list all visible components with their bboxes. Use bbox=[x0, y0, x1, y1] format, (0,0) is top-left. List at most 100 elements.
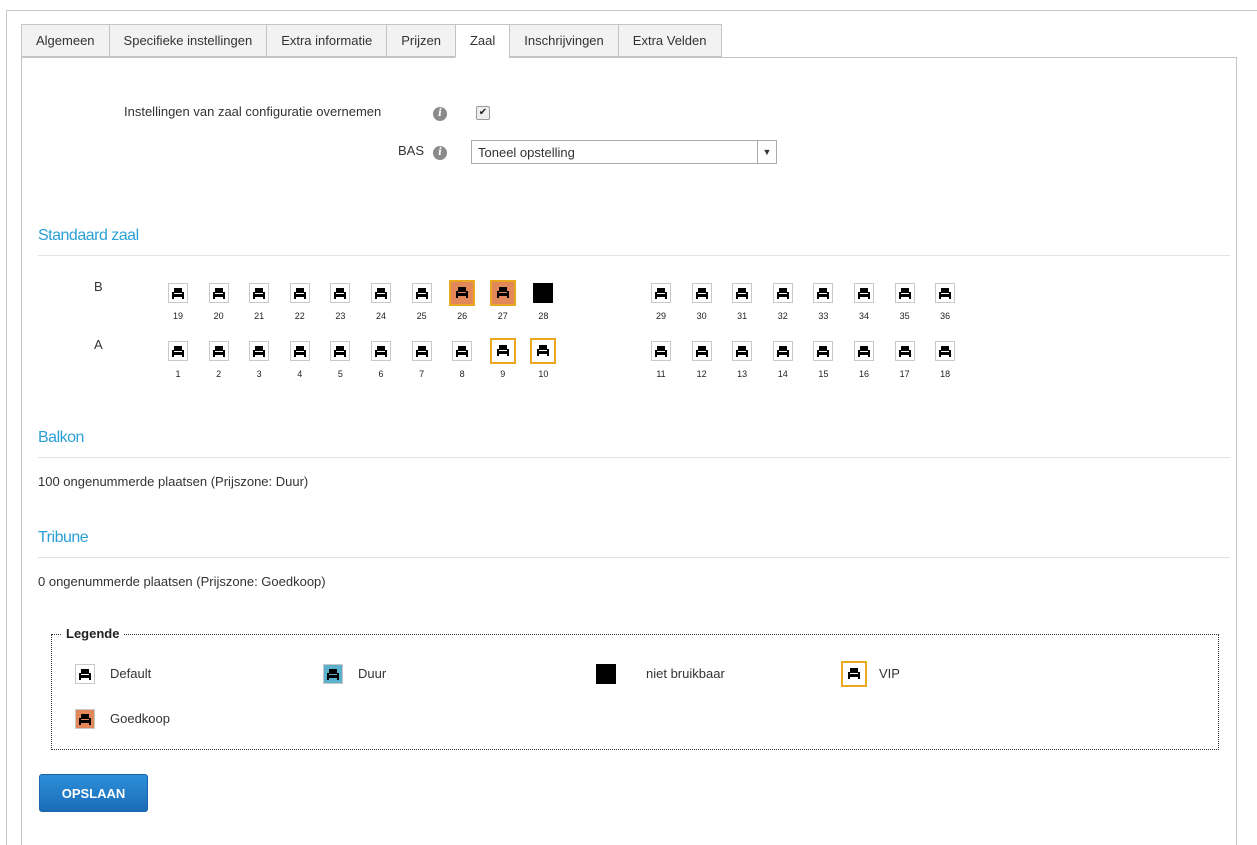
seat-b-32[interactable] bbox=[772, 283, 793, 303]
seat-a-5[interactable] bbox=[330, 341, 351, 361]
seat-a-9[interactable] bbox=[489, 338, 516, 364]
seat-number: 36 bbox=[940, 311, 951, 321]
seat-a-2[interactable] bbox=[208, 341, 229, 361]
tab-algemeen[interactable]: Algemeen bbox=[21, 24, 109, 57]
tab-specifieke-instellingen[interactable]: Specifieke instellingen bbox=[108, 24, 267, 57]
tab-zaal[interactable]: Zaal bbox=[454, 24, 510, 58]
seat-number: 6 bbox=[378, 369, 384, 379]
seat-icon bbox=[848, 668, 860, 679]
tab-prijzen[interactable]: Prijzen bbox=[386, 24, 455, 57]
seat-b-25[interactable] bbox=[411, 283, 432, 303]
seat-b-30[interactable] bbox=[691, 283, 712, 303]
tab-inschrijvingen[interactable]: Inschrijvingen bbox=[509, 24, 618, 57]
seat-icon bbox=[79, 669, 91, 680]
seat-b-20[interactable] bbox=[208, 283, 229, 303]
bas-select-value: Toneel opstelling bbox=[478, 145, 575, 160]
seat-a-11[interactable] bbox=[651, 341, 671, 361]
seat-icon bbox=[253, 288, 266, 299]
seat-number: 28 bbox=[538, 311, 549, 321]
seat-number: 27 bbox=[497, 311, 508, 321]
seat-number: 14 bbox=[777, 369, 788, 379]
divider bbox=[38, 255, 1230, 256]
seat-number: 4 bbox=[297, 369, 303, 379]
seat-a-3[interactable] bbox=[249, 341, 270, 361]
seat-a-16[interactable] bbox=[854, 341, 874, 361]
legend-label-duur: Duur bbox=[358, 666, 387, 681]
seat-icon bbox=[736, 288, 749, 299]
seat-number: 21 bbox=[254, 311, 265, 321]
seat-b-28[interactable] bbox=[533, 283, 554, 303]
seat-icon bbox=[172, 346, 184, 357]
tab-extra-informatie[interactable]: Extra informatie bbox=[266, 24, 387, 57]
seat-a-7[interactable] bbox=[411, 341, 432, 361]
save-button[interactable]: OPSLAAN bbox=[39, 774, 148, 812]
seat-icon bbox=[293, 288, 306, 299]
seat-b-33[interactable] bbox=[813, 283, 834, 303]
seat-b-36[interactable] bbox=[935, 283, 956, 303]
divider bbox=[38, 557, 1230, 558]
seat-icon bbox=[655, 346, 667, 357]
seat-number: 35 bbox=[899, 311, 910, 321]
tab-bar: Algemeen Specifieke instellingen Extra i… bbox=[21, 24, 722, 58]
seat-a-14[interactable] bbox=[772, 341, 793, 361]
seat-icon bbox=[456, 287, 469, 298]
seat-a-15[interactable] bbox=[813, 341, 834, 361]
seat-b-29[interactable] bbox=[651, 283, 671, 303]
chevron-down-icon[interactable]: ▼ bbox=[757, 141, 776, 163]
seat-number: 30 bbox=[696, 311, 707, 321]
seat-icon bbox=[939, 288, 952, 299]
seat-icon bbox=[253, 346, 266, 357]
seat-b-27[interactable] bbox=[489, 280, 516, 306]
seat-icon bbox=[695, 288, 708, 299]
seat-b-35[interactable] bbox=[894, 283, 915, 303]
seat-icon bbox=[172, 288, 184, 299]
legend-label-niet-bruikbaar: niet bruikbaar bbox=[646, 666, 725, 681]
seat-b-21[interactable] bbox=[249, 283, 270, 303]
info-icon[interactable]: i bbox=[433, 107, 447, 121]
seat-b-19[interactable] bbox=[168, 283, 188, 303]
section-title-balkon: Balkon bbox=[38, 429, 84, 446]
seat-number: 34 bbox=[858, 311, 869, 321]
seat-a-18[interactable] bbox=[935, 341, 956, 361]
seat-a-17[interactable] bbox=[894, 341, 915, 361]
seat-a-10[interactable] bbox=[530, 338, 557, 364]
info-icon[interactable]: i bbox=[433, 146, 447, 160]
seat-icon bbox=[776, 346, 789, 357]
legend-seat-goedkoop bbox=[75, 709, 95, 729]
seat-icon bbox=[655, 288, 667, 299]
seat-a-4[interactable] bbox=[289, 341, 310, 361]
seat-number: 3 bbox=[256, 369, 262, 379]
seat-number: 18 bbox=[940, 369, 951, 379]
seat-b-22[interactable] bbox=[289, 283, 310, 303]
seat-number: 23 bbox=[335, 311, 346, 321]
legend-label-vip: VIP bbox=[879, 666, 900, 681]
legend-seat-niet-bruikbaar bbox=[596, 664, 616, 684]
bas-select[interactable]: Toneel opstelling ▼ bbox=[471, 140, 777, 164]
seat-b-26[interactable] bbox=[449, 280, 476, 306]
seat-a-1[interactable] bbox=[168, 341, 188, 361]
seat-icon bbox=[375, 346, 387, 357]
bas-label: BAS bbox=[398, 143, 425, 158]
seat-number: 29 bbox=[655, 311, 666, 321]
seat-b-34[interactable] bbox=[854, 283, 874, 303]
seat-number: 24 bbox=[375, 311, 386, 321]
copy-config-checkbox[interactable]: ✔ bbox=[476, 106, 490, 120]
legend-seat-default bbox=[75, 664, 95, 684]
seat-icon bbox=[334, 288, 347, 299]
balkon-text: 100 ongenummerde plaatsen (Prijszone: Du… bbox=[38, 474, 309, 489]
seat-b-31[interactable] bbox=[732, 283, 753, 303]
seat-a-6[interactable] bbox=[371, 341, 391, 361]
seat-b-23[interactable] bbox=[330, 283, 351, 303]
seat-icon bbox=[858, 288, 870, 299]
seat-icon bbox=[496, 345, 509, 356]
seat-icon bbox=[212, 346, 225, 357]
seat-b-24[interactable] bbox=[371, 283, 391, 303]
seat-a-13[interactable] bbox=[732, 341, 753, 361]
seat-number: 20 bbox=[213, 311, 224, 321]
seat-icon bbox=[776, 288, 789, 299]
seat-a-8[interactable] bbox=[452, 341, 473, 361]
seat-icon bbox=[415, 346, 428, 357]
seat-a-12[interactable] bbox=[691, 341, 712, 361]
seat-number: 16 bbox=[858, 369, 869, 379]
tab-extra-velden[interactable]: Extra Velden bbox=[617, 24, 722, 57]
